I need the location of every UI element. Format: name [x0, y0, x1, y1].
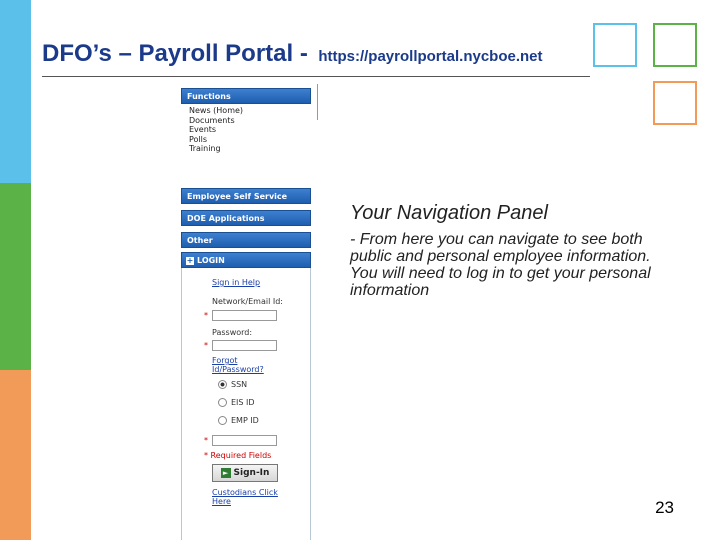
network-email-label: Network/Email Id: — [212, 297, 283, 306]
functions-list: News (Home) Documents Events Polls Train… — [181, 104, 311, 188]
sign-in-button-label: Sign-In — [233, 468, 270, 478]
description-block: Your Navigation Panel - From here you ca… — [350, 202, 680, 299]
functions-item-training[interactable]: Training — [189, 144, 311, 154]
login-header-label: LOGIN — [197, 256, 225, 265]
sign-in-button[interactable]: ► Sign-In — [212, 464, 278, 482]
decorative-square-green — [653, 23, 697, 67]
network-email-field[interactable] — [212, 310, 277, 321]
radio-ssn-icon[interactable] — [218, 380, 227, 389]
radio-eis-icon[interactable] — [218, 398, 227, 407]
page-number: 23 — [655, 498, 674, 517]
functions-item-polls[interactable]: Polls — [189, 135, 311, 145]
sign-in-key-icon: ► — [220, 468, 231, 478]
navigation-panel-screenshot: Functions News (Home) Documents Events P… — [181, 84, 311, 540]
decorative-square-orange — [653, 81, 697, 125]
side-bar-green — [0, 183, 31, 370]
required-marker-password: * — [204, 341, 208, 350]
radio-ssn-label: SSN — [231, 380, 248, 389]
radio-option-ssn[interactable]: SSN — [218, 380, 247, 389]
slide-title-text: DFO’s – Payroll Portal - — [42, 40, 308, 67]
functions-item-news[interactable]: News (Home) — [189, 106, 311, 116]
radio-eis-label: EIS ID — [231, 398, 255, 407]
radio-option-eis-id[interactable]: EIS ID — [218, 398, 255, 407]
side-bar-orange — [0, 370, 31, 540]
required-fields-note: * Required Fields — [204, 451, 272, 460]
slide-title-url: https://payrollportal.nycboe.net — [318, 48, 543, 65]
description-heading: Your Navigation Panel — [350, 202, 548, 224]
functions-item-documents[interactable]: Documents — [189, 116, 311, 126]
radio-option-emp-id[interactable]: EMP ID — [218, 416, 259, 425]
expand-plus-icon[interactable]: + — [186, 257, 194, 265]
required-marker-email: * — [204, 311, 208, 320]
title-divider — [42, 76, 590, 77]
custodians-link[interactable]: Custodians Click Here — [212, 488, 282, 506]
login-header[interactable]: + LOGIN — [181, 252, 311, 268]
radio-emp-icon[interactable] — [218, 416, 227, 425]
doe-applications-header[interactable]: DOE Applications — [181, 210, 311, 226]
signin-help-link[interactable]: Sign in Help — [212, 278, 260, 287]
side-bar-blue — [0, 0, 31, 183]
slide-title: DFO’s – Payroll Portal - https://payroll… — [42, 40, 543, 68]
description-body: - From here you can navigate to see both… — [350, 231, 651, 299]
employee-self-service-header[interactable]: Employee Self Service — [181, 188, 311, 204]
other-header[interactable]: Other — [181, 232, 311, 248]
screenshot-edge-mark — [317, 84, 319, 120]
login-box: Sign in Help Network/Email Id: * Passwor… — [181, 268, 311, 540]
required-marker-id: * — [204, 436, 208, 445]
forgot-id-password-link[interactable]: Forgot Id/Password? — [212, 356, 272, 374]
id-number-field[interactable] — [212, 435, 277, 446]
radio-emp-label: EMP ID — [231, 416, 259, 425]
functions-header[interactable]: Functions — [181, 88, 311, 104]
password-label: Password: — [212, 328, 253, 337]
functions-item-events[interactable]: Events — [189, 125, 311, 135]
password-field[interactable] — [212, 340, 277, 351]
decorative-square-blue — [593, 23, 637, 67]
